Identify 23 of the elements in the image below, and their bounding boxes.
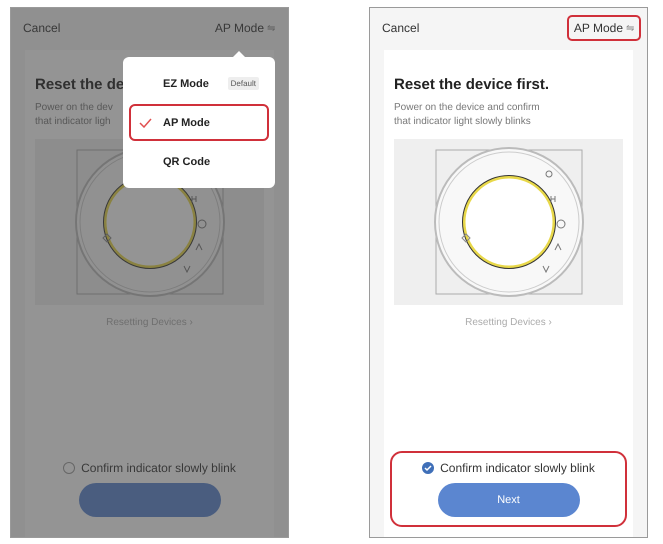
menu-label: QR Code (163, 156, 210, 168)
confirm-label: Confirm indicator slowly blink (81, 461, 236, 475)
next-button[interactable]: Next (438, 483, 580, 517)
screen-title: Reset the de (35, 76, 124, 93)
confirm-checkbox[interactable] (63, 462, 76, 474)
instructions-text: Power on the device and confirm that indicator light slowly blinks (394, 101, 540, 129)
menu-item[interactable]: QR Code (129, 143, 269, 180)
screen-title: Reset the device first. (394, 76, 550, 93)
confirm-checkbox[interactable] (422, 462, 434, 474)
menu-label: EZ Mode (163, 78, 209, 90)
default-badge: Default (228, 77, 259, 90)
check-icon (139, 118, 152, 128)
confirm-label: Confirm indicator slowly blink (440, 461, 595, 475)
menu-item[interactable]: AP Mode (129, 104, 269, 141)
cancel-link[interactable]: Cancel (23, 21, 60, 35)
menu-item[interactable]: EZ Mode Default (129, 65, 269, 102)
menu-label: AP Mode (163, 116, 210, 128)
check-icon (424, 464, 432, 472)
cancel-link[interactable]: Cancel (382, 21, 420, 35)
mode-switch[interactable]: AP Mode ⇋ (208, 15, 282, 41)
instructions-text: Power on the dev that indicator ligh (35, 101, 113, 129)
next-button[interactable] (78, 483, 220, 517)
mode-switch[interactable]: AP Mode ⇋ (566, 15, 641, 41)
